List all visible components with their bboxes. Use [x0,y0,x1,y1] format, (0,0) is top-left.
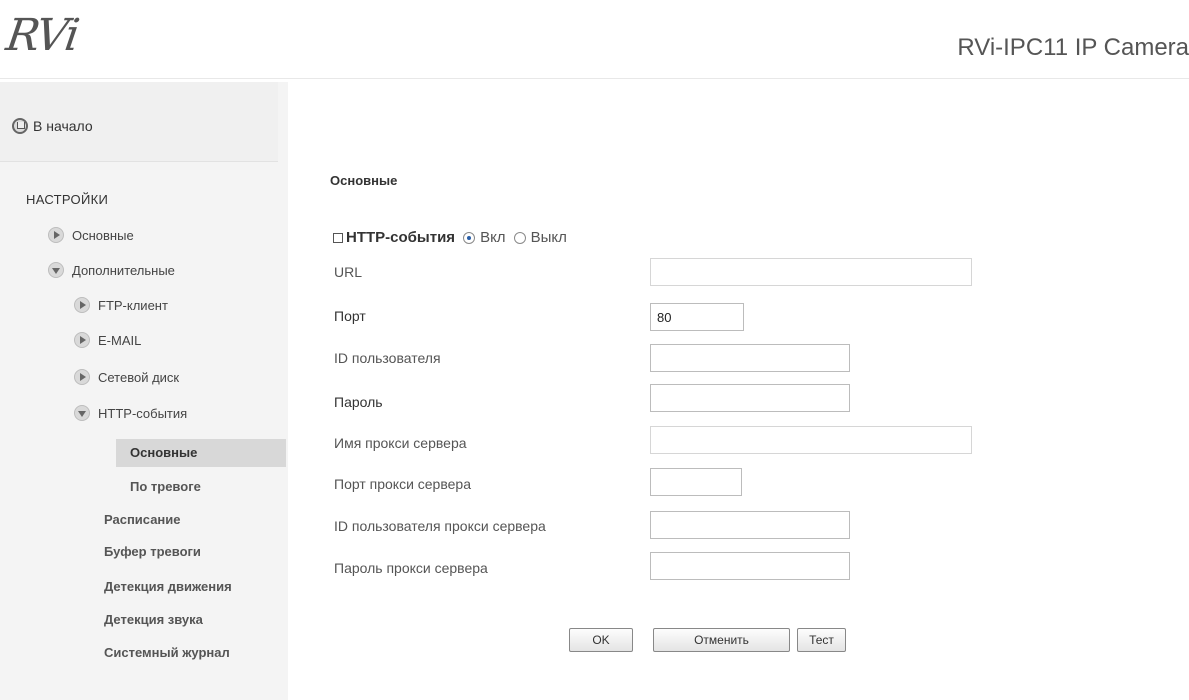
sidebar-item-motion-detection[interactable]: Детекция движения [104,579,232,594]
ok-button[interactable]: OK [569,628,633,652]
password-input[interactable] [650,384,850,412]
proxy-user-id-label: ID пользователя прокси сервера [334,518,546,534]
http-events-on-radio[interactable] [463,231,476,244]
sidebar-item-network-disk[interactable]: Сетевой диск [74,369,179,385]
sidebar-item-label: HTTP-события [98,405,188,421]
sidebar-item-schedule[interactable]: Расписание [104,512,181,527]
proxy-port-input[interactable] [650,468,742,496]
sidebar-item-label: FTP-клиент [98,297,168,313]
cancel-button[interactable]: Отменить [653,628,790,652]
sidebar-item-email[interactable]: E-MAIL [74,332,141,348]
sidebar-item-audio-detection[interactable]: Детекция звука [104,612,203,627]
rvi-logo: RVi [3,10,81,61]
sidebar: В начало [0,82,288,700]
sidebar-item-http-basic[interactable]: Основные [130,445,197,460]
proxy-name-input[interactable] [650,426,972,454]
url-input[interactable] [650,258,972,286]
proxy-password-input[interactable] [650,552,850,580]
http-events-on-label: Вкл [480,229,506,246]
password-label: Пароль [334,394,383,410]
sidebar-item-label: Основные [130,445,198,460]
user-id-input[interactable] [650,344,850,372]
home-label: В начало [33,118,93,134]
test-button[interactable]: Тест [797,628,846,652]
page-title: Основные [330,173,398,188]
sidebar-item-label: Основные [72,227,134,243]
url-label: URL [334,264,363,280]
port-label: Порт [334,308,366,324]
proxy-password-label: Пароль прокси сервера [334,560,488,576]
sidebar-section-title: НАСТРОЙКИ [26,192,109,207]
sidebar-item-http-alarm[interactable]: По тревоге [130,479,201,494]
http-events-label: HTTP-события [346,229,456,246]
expand-arrow-icon [74,369,90,385]
collapse-arrow-icon [74,405,90,421]
http-events-off-radio[interactable] [513,231,526,244]
sidebar-item-alarm-buffer[interactable]: Буфер тревоги [104,544,201,559]
sidebar-item-label: Буфер тревоги [104,544,201,559]
sidebar-item-label: Сетевой диск [98,369,180,385]
sidebar-item-basic[interactable]: Основные [48,227,134,243]
proxy-port-label: Порт прокси сервера [334,476,471,492]
expand-arrow-icon [48,227,64,243]
collapse-arrow-icon [48,262,64,278]
sidebar-item-label: Детекция звука [104,612,203,627]
sidebar-item-label: Системный журнал [104,645,230,660]
sidebar-item-label: Дополнительные [72,262,175,278]
home-block: В начало [0,82,278,162]
port-input[interactable] [650,303,744,331]
expand-arrow-icon [74,332,90,348]
sidebar-item-label: По тревоге [130,479,201,494]
header-divider [0,78,1189,79]
sidebar-item-ftp-client[interactable]: FTP-клиент [74,297,168,313]
user-id-label: ID пользователя [334,350,441,366]
home-icon [12,118,28,134]
proxy-user-id-input[interactable] [650,511,850,539]
sidebar-item-label: Расписание [104,512,181,527]
section-marker-icon [333,232,343,243]
expand-arrow-icon [74,297,90,313]
sidebar-item-system-log[interactable]: Системный журнал [104,645,230,660]
home-link[interactable]: В начало [12,118,93,134]
sidebar-item-label: E-MAIL [98,332,142,348]
sidebar-item-label: Детекция движения [104,579,232,594]
http-events-row: HTTP-события Вкл Выкл [333,229,575,246]
sidebar-item-http-events[interactable]: HTTP-события [74,405,187,421]
proxy-name-label: Имя прокси сервера [334,435,467,451]
sidebar-item-advanced[interactable]: Дополнительные [48,262,175,278]
http-events-off-label: Выкл [530,229,567,246]
app-title: RVi-IPC11 IP Camera [957,34,1189,61]
